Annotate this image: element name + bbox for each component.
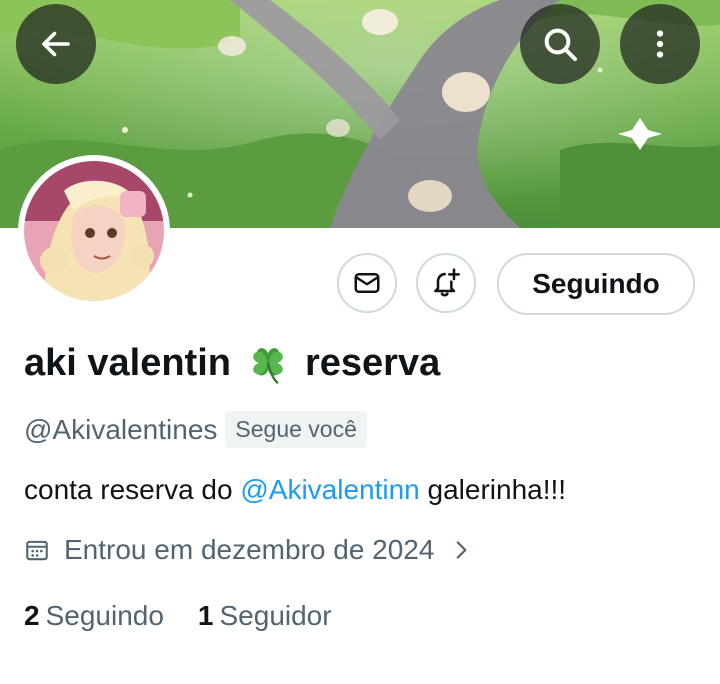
envelope-icon — [354, 273, 380, 293]
followers-stat[interactable]: 1 Seguidor — [198, 600, 332, 632]
bio-text-after: galerinha!!! — [419, 474, 567, 505]
following-button[interactable]: Seguindo — [497, 253, 695, 315]
notifications-button[interactable] — [416, 253, 476, 313]
handle-row: @Akivalentines Segue você — [24, 411, 367, 448]
message-button[interactable] — [337, 253, 397, 313]
four-leaf-clover-icon — [253, 348, 283, 384]
arrow-left-icon — [42, 31, 70, 57]
display-name-text: aki valentin — [24, 341, 231, 384]
bio: conta reserva do @Akivalentinn galerinha… — [24, 474, 566, 506]
followers-label: Seguidor — [219, 600, 332, 631]
avatar[interactable] — [18, 155, 170, 307]
bio-mention-link[interactable]: @Akivalentinn — [240, 474, 419, 505]
avatar-image — [24, 161, 164, 301]
joined-date-row[interactable]: Entrou em dezembro de 2024 — [24, 534, 474, 566]
display-name-suffix: reserva — [304, 341, 441, 384]
username-handle: @Akivalentines — [24, 413, 218, 445]
joined-date: Entrou em dezembro de 2024 — [64, 534, 435, 565]
following-count: 2 — [24, 600, 40, 631]
bio-text-before: conta reserva do — [24, 474, 241, 505]
more-options-button[interactable] — [620, 4, 700, 84]
display-name: aki valentin reserva — [24, 340, 440, 386]
more-vertical-icon — [656, 30, 664, 58]
followers-count: 1 — [197, 600, 214, 631]
chevron-right-icon — [457, 541, 467, 559]
following-label: Seguindo — [45, 600, 164, 631]
calendar-icon — [26, 540, 48, 561]
follow-stats: 2 Seguindo 1 Seguidor — [24, 600, 366, 632]
bell-plus-icon — [434, 268, 460, 297]
back-button[interactable] — [16, 4, 96, 84]
follows-you-badge: Segue você — [225, 411, 367, 448]
search-button[interactable] — [520, 4, 600, 84]
following-stat[interactable]: 2 Seguindo — [24, 600, 164, 632]
search-icon — [544, 28, 577, 61]
